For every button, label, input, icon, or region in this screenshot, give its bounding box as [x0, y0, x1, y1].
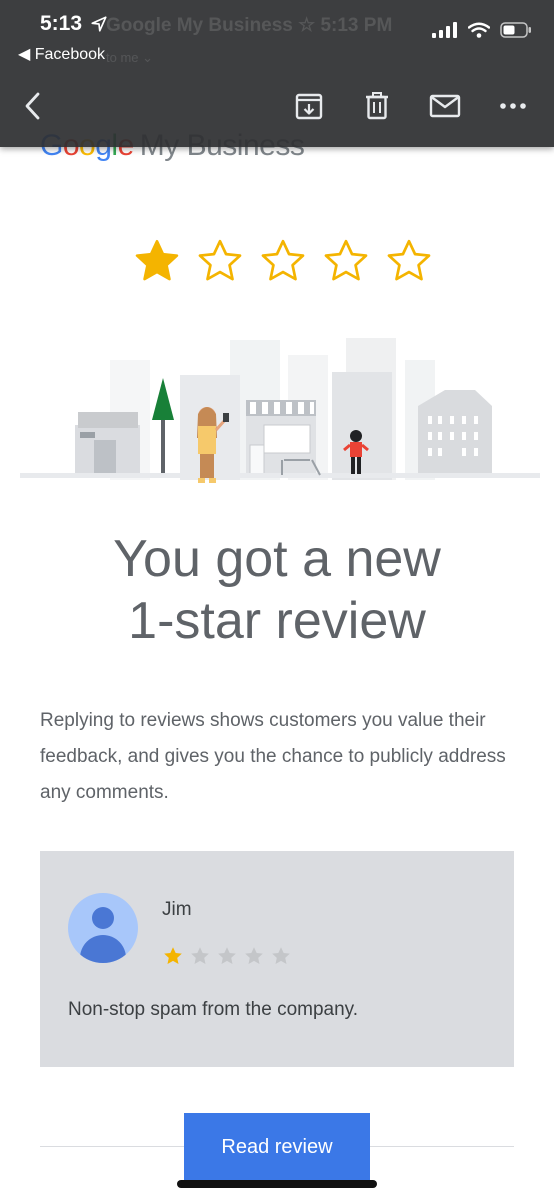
star-outline-icon [198, 239, 242, 281]
email-body: GoogleMy Business [0, 0, 554, 1200]
headline-line-1: You got a new [113, 530, 441, 588]
trash-icon[interactable] [359, 88, 395, 124]
home-indicator[interactable] [177, 1180, 377, 1188]
body-paragraph: Replying to reviews shows customers you … [40, 710, 506, 803]
star-empty-icon [191, 947, 209, 964]
star-outline-icon [261, 239, 305, 281]
back-chevron-icon[interactable] [16, 88, 52, 124]
status-time: 5:13 [40, 12, 83, 35]
city-street-illustration [20, 338, 540, 483]
avatar [68, 893, 138, 963]
sender-name: Google My Business ☆ 5:13 PM [106, 15, 393, 36]
recipient-line: to me ⌄ [106, 50, 154, 65]
star-empty-icon [218, 947, 236, 964]
review-stars [162, 945, 292, 967]
star-empty-icon [245, 947, 263, 964]
rating-stars [132, 236, 434, 286]
read-review-button[interactable]: Read review [184, 1113, 370, 1181]
review-card: Jim Non-stop spam from the company. [40, 851, 514, 1067]
headline-line-2: 1-star review [128, 592, 426, 650]
star-outline-icon [324, 239, 368, 281]
wifi-icon [468, 22, 490, 38]
archive-icon[interactable] [291, 88, 327, 124]
mail-toolbar: Google My Business ☆ 5:13 PM to me ⌄ 5:1… [0, 0, 554, 147]
person-icon-head [92, 907, 114, 929]
reviewer-name: Jim [162, 899, 192, 920]
back-to-app-link[interactable]: ◀ Facebook [18, 44, 105, 64]
star-empty-icon [272, 947, 290, 964]
star-filled-icon [135, 239, 179, 281]
status-indicators [432, 22, 532, 38]
review-text: Non-stop spam from the company. [68, 999, 359, 1020]
star-outline-icon [387, 239, 431, 281]
star-filled-icon [164, 947, 182, 964]
person-icon-body [80, 935, 126, 963]
more-icon[interactable] [495, 88, 531, 124]
mail-icon[interactable] [427, 88, 463, 124]
headline: You got a new 1-star review [0, 528, 554, 652]
battery-icon [500, 22, 531, 38]
location-arrow-icon [91, 16, 107, 32]
cellular-signal-icon [432, 22, 457, 38]
